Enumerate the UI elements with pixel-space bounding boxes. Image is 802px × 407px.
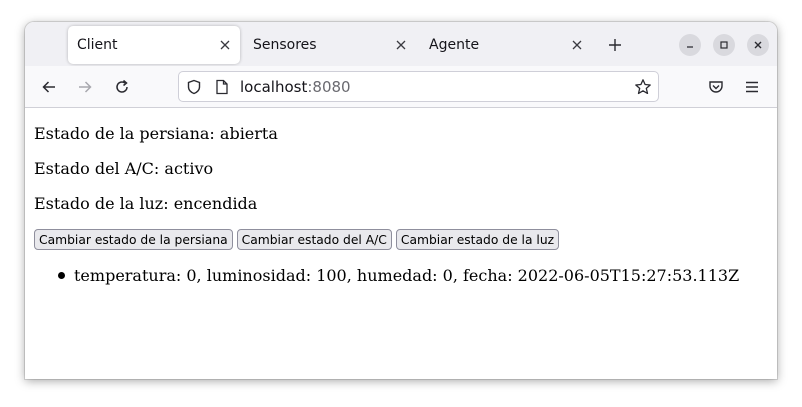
list-item: temperatura: 0, luminosidad: 100, humeda… (58, 266, 739, 285)
toggle-blind-button[interactable]: Cambiar estado de la persiana (34, 229, 233, 250)
navigation-bar: localhost:8080 (25, 66, 777, 108)
tab-client[interactable]: Client (68, 26, 240, 64)
maximize-icon[interactable] (713, 34, 735, 56)
minimize-icon[interactable] (679, 34, 701, 56)
page-content: Estado de la persiana: abierta Estado de… (25, 108, 777, 379)
light-status: Estado de la luz: encendida (34, 194, 258, 213)
hamburger-menu-icon[interactable] (741, 76, 763, 98)
tab-label: Agente (429, 37, 480, 53)
blind-status: Estado de la persiana: abierta (34, 124, 278, 143)
back-arrow-icon[interactable] (38, 76, 60, 98)
url-host: localhost (240, 78, 308, 96)
url-text: localhost:8080 (240, 78, 351, 96)
star-icon[interactable] (634, 78, 652, 96)
close-icon[interactable] (391, 35, 411, 55)
toggle-light-button[interactable]: Cambiar estado de la luz (395, 229, 560, 250)
close-icon[interactable] (215, 35, 235, 55)
tab-strip: Client Sensores Agente (25, 22, 777, 66)
tab-agente[interactable]: Agente (420, 26, 592, 64)
plus-icon[interactable] (605, 35, 625, 55)
toggle-ac-button[interactable]: Cambiar estado del A/C (236, 229, 392, 250)
tab-sensores[interactable]: Sensores (244, 26, 416, 64)
page-icon[interactable] (213, 78, 231, 96)
close-icon[interactable] (567, 35, 587, 55)
pocket-icon[interactable] (705, 76, 727, 98)
forward-arrow-icon[interactable] (74, 76, 96, 98)
url-bar[interactable]: localhost:8080 (178, 71, 659, 102)
reload-icon[interactable] (111, 76, 133, 98)
tab-label: Sensores (253, 37, 317, 53)
shield-icon[interactable] (185, 78, 203, 96)
close-window-icon[interactable] (747, 34, 769, 56)
browser-window: Client Sensores Agente localhost:8080 Es… (25, 22, 777, 379)
tab-label: Client (77, 37, 118, 53)
sensor-reading: temperatura: 0, luminosidad: 100, humeda… (74, 266, 740, 285)
ac-status: Estado del A/C: activo (34, 159, 214, 178)
bullet-icon (58, 272, 65, 279)
toggle-buttons: Cambiar estado de la persiana Cambiar es… (34, 229, 560, 250)
url-port: :8080 (307, 78, 351, 96)
